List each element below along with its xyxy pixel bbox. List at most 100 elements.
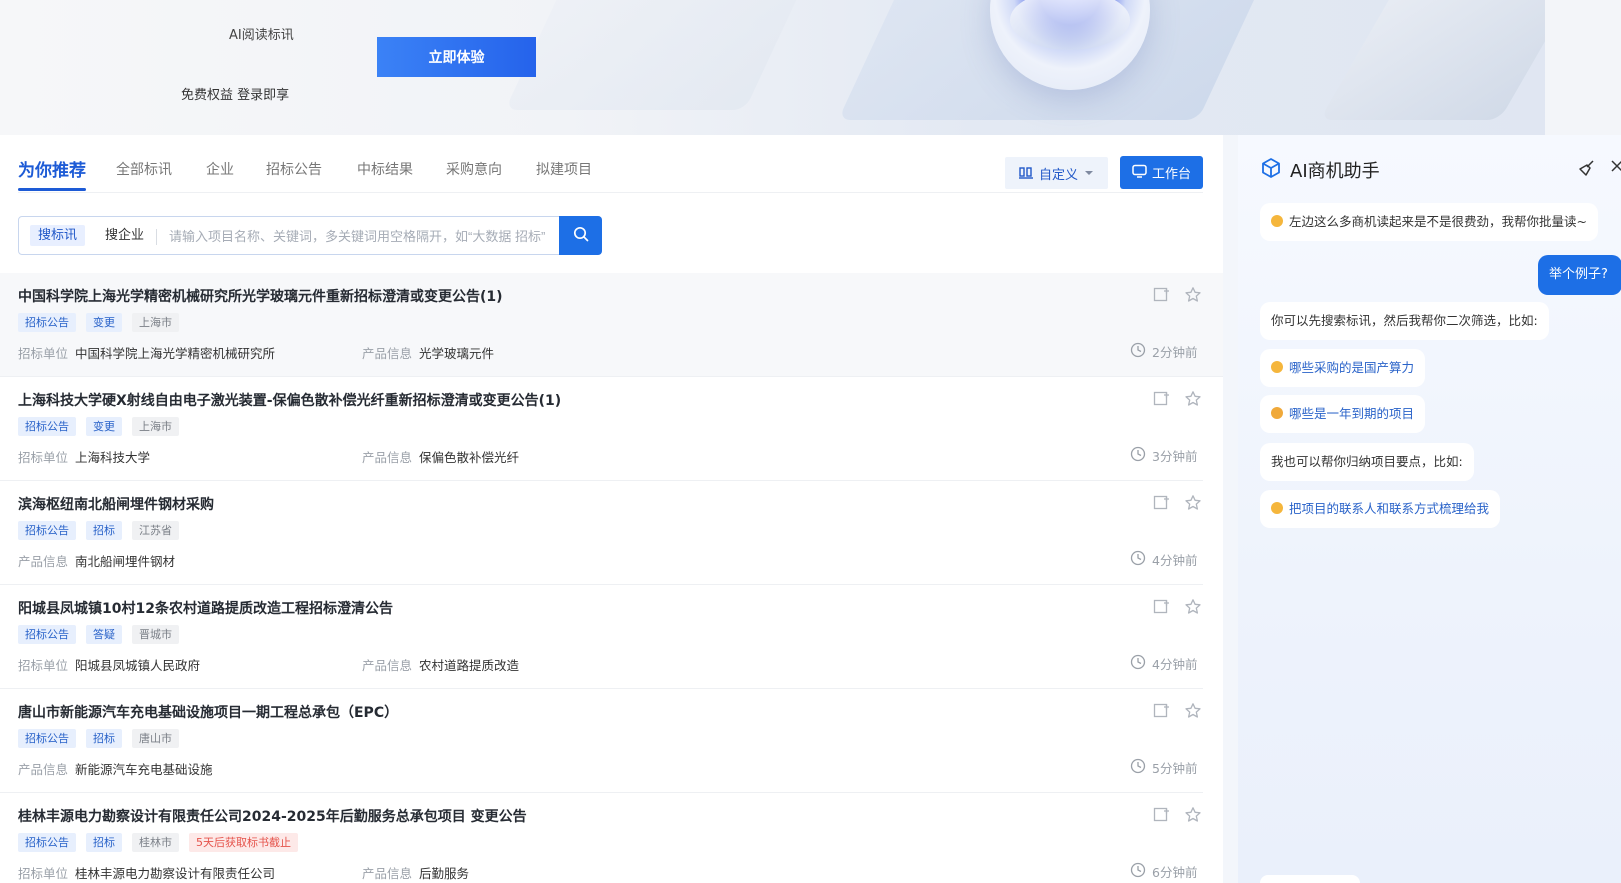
- clock-icon: [1130, 550, 1146, 569]
- item-tags: 招标公告 答疑 晋城市: [18, 625, 179, 644]
- list-item[interactable]: 阳城县凤城镇10村12条农村道路提质改造工程招标澄清公告 招标公告 答疑 晋城市…: [0, 585, 1203, 689]
- tag-region: 桂林市: [132, 833, 179, 852]
- tab-recommend[interactable]: 为你推荐: [18, 156, 86, 191]
- add-to-board-icon[interactable]: [1152, 805, 1171, 824]
- search-button[interactable]: [559, 216, 602, 255]
- star-icon[interactable]: [1183, 389, 1202, 408]
- add-to-board-icon[interactable]: [1152, 285, 1171, 304]
- star-icon[interactable]: [1183, 701, 1202, 720]
- item-actions: [1152, 389, 1202, 408]
- list-item[interactable]: 滨海枢纽南北船闸埋件钢材采购 招标公告 招标 江苏省 产品信息 南北船闸埋件钢材 …: [0, 481, 1203, 585]
- main-panel: 为你推荐 全部标讯 企业 招标公告 中标结果 采购意向 拟建项目 自定义 工作台…: [0, 135, 1223, 883]
- tab-enterprise[interactable]: 企业: [206, 159, 234, 179]
- item-tags: 招标公告 招标 桂林市 5天后获取标书截止: [18, 833, 298, 852]
- time-label: 4分钟前: [1152, 553, 1198, 568]
- meta-key: 招标单位: [18, 866, 69, 881]
- suggestion-text: 把项目的联系人和联系方式梳理给我: [1289, 501, 1490, 516]
- pointing-hand-emoji-icon: [1271, 502, 1283, 514]
- tag-type: 招标公告: [18, 729, 76, 748]
- tag-region: 晋城市: [132, 625, 179, 644]
- clock-icon: [1130, 758, 1146, 777]
- divider: [156, 229, 157, 245]
- meta-value: 上海科技大学: [75, 450, 151, 465]
- item-time: 4分钟前: [1130, 550, 1197, 569]
- workbench-button[interactable]: 工作台: [1120, 156, 1203, 189]
- item-time: 6分钟前: [1130, 862, 1197, 881]
- list-item[interactable]: 上海科技大学硬X射线自由电子激光装置-保偏色散补偿光纤重新招标澄清或变更公告(1…: [0, 377, 1203, 481]
- add-to-board-icon[interactable]: [1152, 493, 1171, 512]
- suggestion-chip[interactable]: 哪些采购的是国产算力: [1260, 349, 1426, 387]
- tag-region: 江苏省: [132, 521, 179, 540]
- ai-panel-title: AI商机助手: [1290, 161, 1380, 182]
- customize-label: 自定义: [1038, 166, 1078, 182]
- star-icon[interactable]: [1183, 493, 1202, 512]
- item-actions: [1152, 701, 1202, 720]
- tab-all-bids[interactable]: 全部标讯: [116, 159, 172, 179]
- item-title[interactable]: 唐山市新能源汽车充电基础设施项目一期工程总承包（EPC）: [18, 702, 398, 722]
- tab-award-result[interactable]: 中标结果: [357, 159, 413, 179]
- suggestion-chip[interactable]: 把项目的联系人和联系方式梳理给我: [1260, 490, 1501, 528]
- meta-value: 光学玻璃元件: [419, 346, 495, 361]
- star-icon[interactable]: [1183, 597, 1202, 616]
- customize-icon: [1018, 165, 1033, 182]
- tab-purchase-intent[interactable]: 采购意向: [446, 159, 502, 179]
- meta-value: 桂林丰源电力勘察设计有限责任公司: [75, 866, 276, 881]
- meta-key: 产品信息: [18, 554, 69, 569]
- banner-subline: 免费权益 登录即享: [181, 88, 290, 103]
- customize-button[interactable]: 自定义: [1005, 157, 1108, 189]
- star-icon[interactable]: [1183, 805, 1202, 824]
- ai-message: 你可以先搜索标讯，然后我帮你二次筛选，比如:: [1260, 302, 1549, 340]
- time-label: 2分钟前: [1152, 345, 1198, 360]
- banner-edge: [1545, 0, 1621, 135]
- search-icon: [573, 226, 589, 245]
- close-icon[interactable]: [1610, 159, 1621, 177]
- clock-icon: [1130, 862, 1146, 881]
- item-buyer: 招标单位 阳城县凤城镇人民政府: [18, 655, 200, 674]
- workbench-label: 工作台: [1151, 166, 1191, 181]
- star-icon[interactable]: [1183, 285, 1202, 304]
- search-input[interactable]: [169, 224, 559, 248]
- tag-type: 招标公告: [18, 313, 76, 332]
- time-label: 4分钟前: [1152, 657, 1198, 672]
- tab-proposed-project[interactable]: 拟建项目: [536, 159, 592, 179]
- add-to-board-icon[interactable]: [1152, 701, 1171, 720]
- item-time: 3分钟前: [1130, 446, 1197, 465]
- ai-message: 左边这么多商机读起来是不是很费劲，我帮你批量读~: [1260, 203, 1598, 241]
- item-buyer: 招标单位 桂林丰源电力勘察设计有限责任公司: [18, 863, 275, 882]
- item-title[interactable]: 阳城县凤城镇10村12条农村道路提质改造工程招标澄清公告: [18, 598, 393, 618]
- item-title[interactable]: 桂林丰源电力勘察设计有限责任公司2024-2025年后勤服务总承包项目 变更公告: [18, 806, 527, 826]
- tag-stage: 答疑: [86, 625, 122, 644]
- list-item[interactable]: 中国科学院上海光学精密机械研究所光学玻璃元件重新招标澄清或变更公告(1) 招标公…: [0, 273, 1223, 377]
- ai-message: 我也可以帮你归纳项目要点，比如:: [1260, 443, 1474, 481]
- add-to-board-icon[interactable]: [1152, 597, 1171, 616]
- suggestion-text: 哪些是一年到期的项目: [1289, 406, 1415, 421]
- item-title[interactable]: 滨海枢纽南北船闸埋件钢材采购: [18, 494, 214, 514]
- suggestion-text: 哪些采购的是国产算力: [1289, 360, 1415, 375]
- item-actions: [1152, 285, 1202, 304]
- clock-icon: [1130, 446, 1146, 465]
- tag-stage: 招标: [86, 521, 122, 540]
- item-product: 产品信息 保偏色散补偿光纤: [362, 447, 519, 466]
- list-item[interactable]: 桂林丰源电力勘察设计有限责任公司2024-2025年后勤服务总承包项目 变更公告…: [0, 793, 1203, 883]
- banner-decoration: [1319, 0, 1581, 120]
- broom-icon[interactable]: [1578, 159, 1596, 181]
- search-mode-enterprise[interactable]: 搜企业: [97, 225, 152, 246]
- tag-type: 招标公告: [18, 625, 76, 644]
- promo-banner: AI阅读标讯 免费权益 登录即享 立即体验: [0, 0, 1621, 135]
- divider: [18, 192, 1203, 193]
- list-item[interactable]: 唐山市新能源汽车充电基础设施项目一期工程总承包（EPC） 招标公告 招标 唐山市…: [0, 689, 1203, 793]
- search-bar: 搜标讯 搜企业: [18, 216, 602, 255]
- add-to-board-icon[interactable]: [1152, 389, 1171, 408]
- item-tags: 招标公告 变更 上海市: [18, 313, 179, 332]
- try-now-button[interactable]: 立即体验: [377, 37, 536, 77]
- item-tags: 招标公告 招标 江苏省: [18, 521, 179, 540]
- tag-region: 上海市: [132, 417, 179, 436]
- meta-value: 中国科学院上海光学精密机械研究所: [75, 346, 276, 361]
- item-title[interactable]: 中国科学院上海光学精密机械研究所光学玻璃元件重新招标澄清或变更公告(1): [18, 286, 503, 306]
- chat-monitor-icon: [1132, 164, 1147, 181]
- search-mode-bids[interactable]: 搜标讯: [30, 225, 86, 246]
- tab-tender-notice[interactable]: 招标公告: [266, 159, 322, 179]
- suggestion-chip[interactable]: 哪些是一年到期的项目: [1260, 395, 1426, 433]
- meta-key: 产品信息: [362, 346, 413, 361]
- item-title[interactable]: 上海科技大学硬X射线自由电子激光装置-保偏色散补偿光纤重新招标澄清或变更公告(1…: [18, 390, 561, 410]
